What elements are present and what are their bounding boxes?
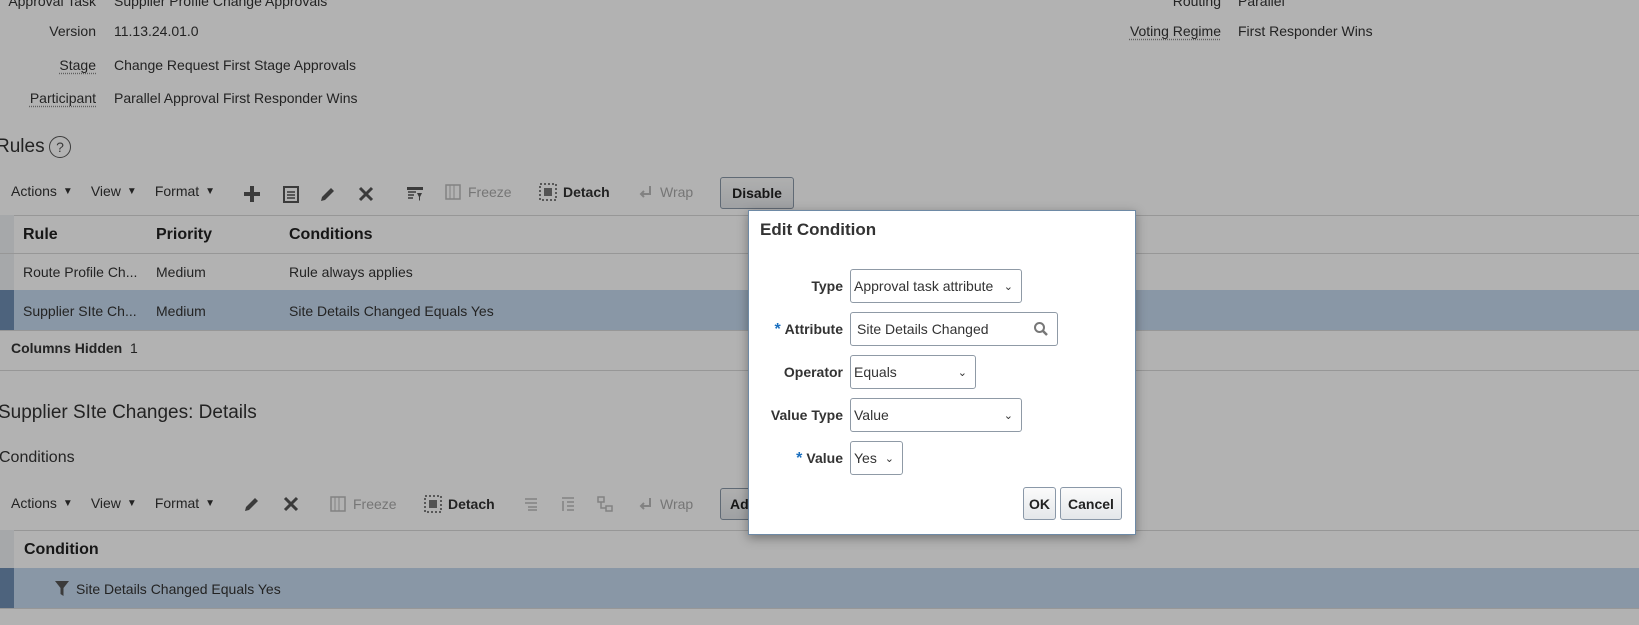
edit-condition-dialog: Edit Condition Type Approval task attrib…: [748, 210, 1136, 535]
type-select[interactable]: Approval task attribute ⌄: [850, 269, 1022, 303]
required-indicator: *: [796, 450, 803, 467]
ok-button[interactable]: OK: [1023, 487, 1056, 520]
operator-select[interactable]: Equals ⌄: [850, 355, 976, 389]
dialog-title: Edit Condition: [760, 220, 877, 239]
required-indicator: *: [774, 321, 781, 338]
type-label: Type: [811, 278, 843, 294]
value-type-label: Value Type: [770, 407, 843, 423]
search-icon[interactable]: [1033, 321, 1049, 337]
cancel-button[interactable]: Cancel: [1060, 487, 1122, 520]
value-type-select[interactable]: Value ⌄: [850, 398, 1022, 432]
value-select[interactable]: Yes ⌄: [850, 441, 903, 475]
type-selected-value: Approval task attribute: [854, 278, 994, 294]
attribute-input[interactable]: Site Details Changed: [850, 312, 1058, 346]
value-type-selected-value: Value: [854, 407, 889, 423]
operator-selected-value: Equals: [854, 364, 897, 380]
value-selected-value: Yes: [854, 450, 877, 466]
chevron-down-icon: ⌄: [884, 452, 894, 465]
chevron-down-icon: ⌄: [957, 366, 967, 379]
attribute-label: * Attribute: [774, 321, 843, 338]
operator-label: Operator: [783, 364, 843, 380]
value-label: * Value: [796, 450, 843, 467]
attribute-value: Site Details Changed: [857, 321, 989, 337]
chevron-down-icon: ⌄: [1003, 409, 1013, 422]
chevron-down-icon: ⌄: [1003, 280, 1013, 293]
